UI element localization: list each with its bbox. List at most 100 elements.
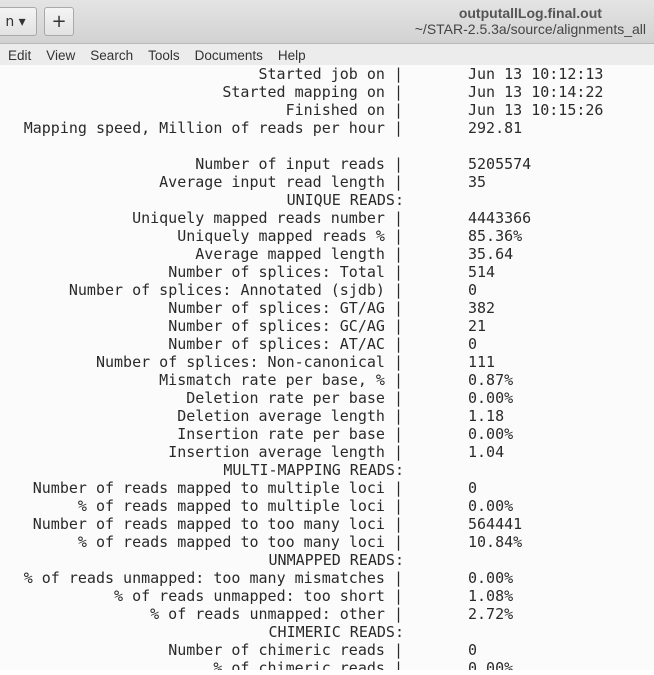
line-value: 292.81 xyxy=(468,119,523,137)
text-line: Number of splices: GC/AG | 21 xyxy=(0,317,654,335)
text-line: Number of splices: Annotated (sjdb) | 0 xyxy=(0,281,654,299)
menu-bar: Edit View Search Tools Documents Help xyxy=(0,44,654,66)
text-line: Mapping speed, Million of reads per hour… xyxy=(0,119,654,137)
text-line: % of chimeric reads | 0.00% xyxy=(0,659,654,670)
line-value: Jun 13 10:14:22 xyxy=(468,83,604,101)
text-line: Average mapped length | 35.64 xyxy=(0,245,654,263)
text-line: MULTI-MAPPING READS: xyxy=(0,461,654,479)
line-label: Uniquely mapped reads number | xyxy=(132,209,403,227)
line-label: Average input read length | xyxy=(159,173,403,191)
text-line: % of reads mapped to too many loci | 10.8… xyxy=(0,533,654,551)
menu-search[interactable]: Search xyxy=(90,48,133,63)
text-line: Finished on | Jun 13 10:15:26 xyxy=(0,101,654,119)
text-line: Deletion rate per base | 0.00% xyxy=(0,389,654,407)
line-value: 0.00% xyxy=(468,659,514,670)
text-line: Number of splices: Total | 514 xyxy=(0,263,654,281)
line-value: 111 xyxy=(468,353,496,371)
line-value: 0.00% xyxy=(468,497,514,515)
line-label: % of reads mapped to multiple loci | xyxy=(77,497,403,515)
line-value: Jun 13 10:12:13 xyxy=(468,65,604,83)
line-value: 0.00% xyxy=(468,425,514,443)
line-label: Number of chimeric reads | xyxy=(168,641,403,659)
line-value: 10.84% xyxy=(468,533,523,551)
text-line: Insertion average length | 1.04 xyxy=(0,443,654,461)
text-line: Started job on | Jun 13 10:12:13 xyxy=(0,65,654,83)
line-label: Started mapping on | xyxy=(222,83,403,101)
line-label: Finished on | xyxy=(285,101,403,119)
text-line: % of reads mapped to multiple loci | 0.00… xyxy=(0,497,654,515)
line-value: 0 xyxy=(468,335,478,353)
text-line: Uniquely mapped reads % | 85.36% xyxy=(0,227,654,245)
text-line: Started mapping on | Jun 13 10:14:22 xyxy=(0,83,654,101)
line-label: Number of splices: GT/AG | xyxy=(168,299,403,317)
line-label: Number of splices: Annotated (sjdb) | xyxy=(68,281,403,299)
line-value: 4443366 xyxy=(468,209,532,227)
text-line: UNIQUE READS: xyxy=(0,191,654,209)
line-label: Number of reads mapped to multiple loci … xyxy=(32,479,403,497)
line-label: UNIQUE READS: xyxy=(286,191,404,209)
window-title: outputallLog.final.out ~/STAR-2.5.3a/sou… xyxy=(415,5,646,37)
line-value: 0.00% xyxy=(468,389,514,407)
line-label: Mapping speed, Million of reads per hour… xyxy=(23,119,403,137)
line-label: % of reads unmapped: too short | xyxy=(114,587,403,605)
text-line: UNMAPPED READS: xyxy=(0,551,654,569)
line-label: Number of splices: Total | xyxy=(168,263,403,281)
text-line: Number of chimeric reads | 0 xyxy=(0,641,654,659)
line-value: 1.18 xyxy=(468,407,505,425)
line-label: Number of reads mapped to too many loci … xyxy=(32,515,403,533)
text-line: Mismatch rate per base, % | 0.87% xyxy=(0,371,654,389)
menu-documents[interactable]: Documents xyxy=(195,48,263,63)
text-editor[interactable]: Started job on | Jun 13 10:12:13 Started m… xyxy=(0,65,654,670)
text-line: Uniquely mapped reads number | 4443366 xyxy=(0,209,654,227)
line-label: % of reads mapped to too many loci | xyxy=(77,533,403,551)
line-value: 5205574 xyxy=(468,155,532,173)
line-label: Insertion rate per base | xyxy=(177,425,403,443)
text-line: Number of splices: Non-canonical | 111 xyxy=(0,353,654,371)
line-value: 21 xyxy=(468,317,487,335)
line-value: 0 xyxy=(468,479,478,497)
line-label: Deletion average length | xyxy=(177,407,403,425)
line-label: % of reads unmapped: other | xyxy=(150,605,403,623)
text-line: % of reads unmapped: too many mismatches… xyxy=(0,569,654,587)
title-bar: n ▾ + outputallLog.final.out ~/STAR-2.5.… xyxy=(0,0,654,44)
menu-edit[interactable]: Edit xyxy=(8,48,31,63)
text-line: Insertion rate per base | 0.00% xyxy=(0,425,654,443)
open-button[interactable]: n ▾ xyxy=(0,7,37,36)
text-line: Number of splices: GT/AG | 382 xyxy=(0,299,654,317)
text-line: Number of reads mapped to too many loci … xyxy=(0,515,654,533)
line-value: 0 xyxy=(468,641,478,659)
line-label: MULTI-MAPPING READS: xyxy=(223,461,404,479)
line-label: Mismatch rate per base, % | xyxy=(159,371,403,389)
line-value: 35 xyxy=(468,173,487,191)
line-label: Number of input reads | xyxy=(195,155,403,173)
line-value: 514 xyxy=(468,263,496,281)
menu-tools[interactable]: Tools xyxy=(148,48,180,63)
line-value: 0.00% xyxy=(468,569,514,587)
new-tab-button[interactable]: + xyxy=(44,7,74,36)
menu-view[interactable]: View xyxy=(46,48,75,63)
line-value: 0 xyxy=(468,281,478,299)
line-label: CHIMERIC READS: xyxy=(268,623,404,641)
line-label: Average mapped length | xyxy=(195,245,403,263)
line-label: % of chimeric reads | xyxy=(213,659,403,670)
line-label: UNMAPPED READS: xyxy=(268,551,404,569)
line-label: Number of splices: Non-canonical | xyxy=(95,353,403,371)
line-label: Insertion average length | xyxy=(168,443,403,461)
file-path: ~/STAR-2.5.3a/source/alignments_all xyxy=(414,21,646,37)
text-line: % of reads unmapped: other | 2.72% xyxy=(0,605,654,623)
line-label: % of reads unmapped: too many mismatches… xyxy=(23,569,403,587)
line-value: 1.08% xyxy=(468,587,514,605)
text-line: Number of splices: AT/AC | 0 xyxy=(0,335,654,353)
line-value: 382 xyxy=(468,299,496,317)
line-value: 564441 xyxy=(468,515,523,533)
text-line: Number of input reads | 5205574 xyxy=(0,155,654,173)
line-value: 85.36% xyxy=(468,227,523,245)
line-value: 1.04 xyxy=(468,443,505,461)
text-line: CHIMERIC READS: xyxy=(0,623,654,641)
line-label: Deletion rate per base | xyxy=(186,389,403,407)
menu-help[interactable]: Help xyxy=(278,48,306,63)
text-line: Deletion average length | 1.18 xyxy=(0,407,654,425)
text-line: Average input read length | 35 xyxy=(0,173,654,191)
text-line: % of reads unmapped: too short | 1.08% xyxy=(0,587,654,605)
line-value: Jun 13 10:15:26 xyxy=(468,101,604,119)
